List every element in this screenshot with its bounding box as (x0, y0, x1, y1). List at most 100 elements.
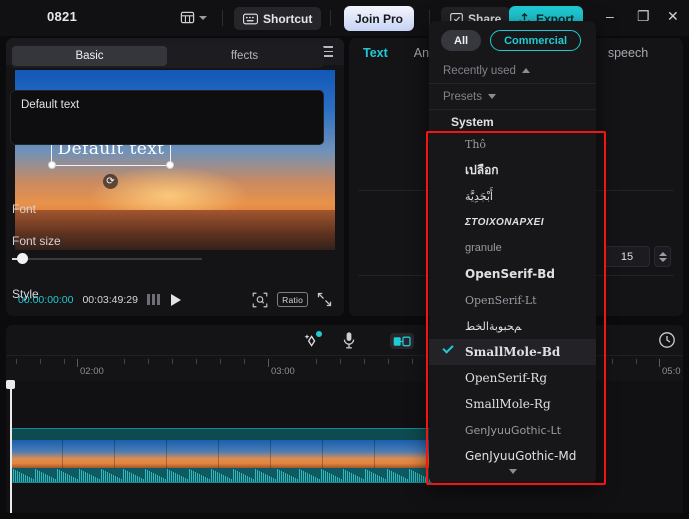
waveform-bar (273, 478, 274, 482)
save-button[interactable] (180, 10, 207, 25)
waveform-bar (253, 479, 254, 482)
font-item[interactable]: SmallMole-Rg (429, 391, 596, 417)
waveform-bar (149, 471, 150, 482)
font-item[interactable]: OpenSerif-Lt (429, 287, 596, 313)
record-voiceover-button[interactable] (342, 331, 356, 350)
waveform-bar (245, 475, 246, 482)
font-item[interactable]: ﻢﺤﺒﻮﺑﺔﺍﻟﺨﻂ (429, 313, 596, 339)
waveform-bar (121, 479, 122, 482)
waveform-bar (97, 478, 98, 482)
font-item[interactable]: أَبْجَدِيَّة (429, 183, 596, 209)
waveform-bar (135, 475, 136, 482)
waveform-bar (159, 476, 160, 482)
recently-used-section[interactable]: Recently used (429, 58, 596, 84)
ai-tools-button[interactable] (303, 331, 322, 350)
slider-knob[interactable] (17, 253, 28, 264)
waveform-bar (105, 471, 106, 482)
filter-chip-all[interactable]: All (441, 30, 482, 51)
stepper-up-icon[interactable] (658, 251, 667, 256)
tab-text[interactable]: Text (363, 46, 388, 60)
font-list[interactable]: Thô เปลือก أَبْجَدِيَّة ΣΤΟΙΧΟΝΑΡΧΕΙ granule… (429, 131, 596, 469)
waveform-bar (39, 471, 40, 482)
waveform-bar (85, 472, 86, 482)
waveform-bar (207, 478, 208, 482)
zoom-record-icon (659, 332, 675, 348)
waveform-bar (47, 475, 48, 482)
waveform-bar (41, 472, 42, 482)
waveform-bar (337, 477, 338, 482)
waveform-bar (425, 477, 426, 482)
waveform-bar (191, 470, 192, 482)
waveform-bar (161, 477, 162, 482)
font-size-input[interactable]: 15 (604, 246, 650, 267)
font-size-slider[interactable] (12, 253, 202, 265)
waveform-bar (137, 476, 138, 482)
waveform-bar (63, 472, 64, 482)
minimize-button[interactable]: – (606, 9, 614, 23)
waveform-bar (303, 471, 304, 482)
font-item[interactable]: เปลือก (429, 157, 596, 183)
waveform-bar (17, 471, 18, 482)
segment-basic[interactable]: Basic (12, 46, 167, 66)
font-item-label: ﻢﺤﺒﻮﺑﺔﺍﻟﺨﻂ (465, 319, 522, 333)
close-button[interactable]: ✕ (667, 9, 679, 23)
waveform-bar (199, 474, 200, 482)
font-item[interactable]: ΣΤΟΙΧΟΝΑΡΧΕΙ (429, 209, 596, 235)
marker-button[interactable] (658, 331, 676, 349)
transition-button[interactable] (390, 333, 414, 349)
frames-icon[interactable] (146, 294, 162, 305)
waveform-bar (323, 470, 324, 482)
waveform-bar (297, 479, 298, 482)
play-button[interactable] (170, 293, 181, 306)
waveform-bar (403, 477, 404, 482)
waveform-bar (31, 478, 32, 482)
text-content-input[interactable]: Default text (10, 90, 324, 145)
waveform-bar (101, 469, 102, 482)
playhead[interactable] (6, 380, 15, 513)
font-item[interactable]: GenJyuuGothic-Lt (429, 417, 596, 443)
stepper-down-icon[interactable] (658, 257, 667, 262)
presets-section[interactable]: Presets (429, 84, 596, 110)
font-item[interactable]: OpenSerif-Rg (429, 365, 596, 391)
playhead-knob[interactable] (6, 380, 15, 389)
font-item[interactable]: granule (429, 235, 596, 261)
waveform-bar (251, 478, 252, 482)
waveform-bar (413, 471, 414, 482)
font-item[interactable]: SmallMole-Bd (429, 339, 596, 365)
filter-chip-commercial[interactable]: Commercial (490, 30, 582, 51)
waveform-bar (307, 473, 308, 482)
font-item-label: OpenSerif-Bd (465, 267, 556, 281)
ruler-label: 03:00 (271, 366, 295, 377)
fullscreen-button[interactable] (317, 292, 332, 307)
waveform-bar (15, 470, 16, 482)
maximize-button[interactable]: ❐ (637, 9, 650, 23)
waveform-bar (189, 469, 190, 482)
waveform-bar (99, 479, 100, 482)
rotate-handle[interactable]: ⟳ (103, 174, 118, 189)
waveform-bar (215, 471, 216, 482)
waveform-bar (385, 479, 386, 482)
font-size-stepper[interactable] (654, 246, 671, 267)
font-dropdown[interactable]: All Commercial Recently used Presets Sys… (429, 21, 596, 484)
font-item[interactable]: OpenSerif-Bd (429, 261, 596, 287)
waveform-bar (379, 476, 380, 482)
waveform-bar (193, 471, 194, 482)
waveform-bar (65, 473, 66, 482)
snapshot-button[interactable] (252, 292, 268, 308)
scroll-more-button[interactable] (429, 463, 596, 479)
segment-effects[interactable]: ffects (167, 46, 322, 66)
waveform-bar (409, 469, 410, 482)
shortcut-button[interactable]: Shortcut (234, 7, 322, 30)
font-item-label: GenJyuuGothic-Lt (465, 423, 562, 437)
waveform-bar (73, 477, 74, 482)
font-item[interactable]: Thô (429, 131, 596, 157)
waveform-bar (365, 469, 366, 482)
join-pro-button[interactable]: Join Pro (344, 6, 415, 31)
waveform-bar (287, 474, 288, 482)
waveform-bar (329, 473, 330, 482)
snapshot-icon (252, 292, 268, 307)
ratio-button[interactable]: Ratio (277, 292, 308, 307)
waveform-bar (271, 477, 272, 482)
tab-text-to-speech[interactable]: speech (608, 46, 648, 60)
video-clip[interactable] (10, 428, 464, 483)
